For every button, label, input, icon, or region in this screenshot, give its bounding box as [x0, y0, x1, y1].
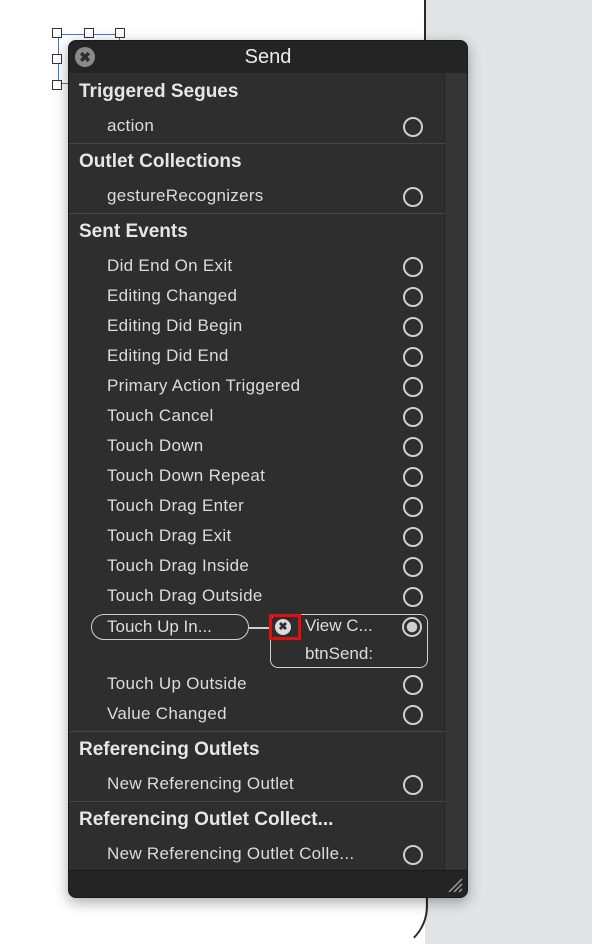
connections-popover: Send ✖ Triggered Segues action Outlet Co… — [68, 40, 468, 898]
section-heading-triggered-segues: Triggered Segues — [79, 81, 239, 102]
divider — [69, 213, 445, 214]
connection-circle-referencing-outlet-collection[interactable] — [403, 845, 423, 865]
connection-circle-event[interactable] — [403, 377, 423, 397]
connection-circle-event[interactable] — [403, 287, 423, 307]
connection-circle-event[interactable] — [403, 347, 423, 367]
row-label-event: Touch Cancel — [107, 406, 214, 425]
row-label-action: action — [107, 116, 155, 135]
connected-event-pill[interactable]: Touch Up In... — [91, 614, 249, 640]
resize-handle-top-right[interactable] — [115, 28, 125, 38]
popover-title: Send — [244, 46, 292, 68]
connection-circle-event[interactable] — [403, 587, 423, 607]
connected-circle-icon[interactable] — [402, 617, 422, 637]
divider — [69, 731, 445, 732]
connection-circle-event[interactable] — [403, 497, 423, 517]
connection-circle-referencing-outlet[interactable] — [403, 775, 423, 795]
row-label-event: Did End On Exit — [107, 256, 233, 275]
connected-event-label: Touch Up In... — [107, 617, 212, 636]
connection-target-name: View C... — [305, 616, 373, 635]
resize-handle-bottom-left[interactable] — [52, 80, 62, 90]
divider — [69, 143, 445, 144]
connection-circle-action[interactable] — [403, 117, 423, 137]
connection-action-name: btnSend: — [305, 644, 374, 663]
row-label-event: Touch Drag Enter — [107, 496, 245, 515]
resize-handle-left[interactable] — [52, 54, 62, 64]
divider — [69, 801, 445, 802]
connection-circle-event[interactable] — [403, 557, 423, 577]
connection-circle-event[interactable] — [403, 257, 423, 277]
row-label-event: Editing Did End — [107, 346, 229, 365]
connection-circle-event[interactable] — [403, 407, 423, 427]
row-label-event: Primary Action Triggered — [107, 376, 301, 395]
row-label-event: Touch Drag Inside — [107, 556, 250, 575]
connection-circle-event[interactable] — [403, 437, 423, 457]
connection-circle-event[interactable] — [403, 467, 423, 487]
row-label-new-referencing-outlet: New Referencing Outlet — [107, 774, 295, 793]
section-heading-outlet-collections: Outlet Collections — [79, 151, 242, 172]
connection-circle-event[interactable] — [403, 675, 423, 695]
row-label-event: Editing Changed — [107, 286, 238, 305]
connection-line — [249, 627, 271, 629]
connection-circle-gesture-recognizers[interactable] — [403, 187, 423, 207]
resize-handle-top[interactable] — [84, 28, 94, 38]
section-heading-sent-events: Sent Events — [79, 221, 188, 242]
row-label-event: Touch Up Outside — [107, 674, 247, 693]
row-label-event: Editing Did Begin — [107, 316, 243, 335]
highlight-box — [269, 614, 301, 640]
connection-circle-event[interactable] — [403, 527, 423, 547]
row-label-event: Touch Down Repeat — [107, 466, 266, 485]
row-label-gesture-recognizers: gestureRecognizers — [107, 186, 264, 205]
resize-grip-icon[interactable] — [447, 877, 463, 893]
popover-title-bar: Send — [69, 41, 467, 73]
popover-footer — [69, 870, 467, 897]
resize-handle-top-left[interactable] — [52, 28, 62, 38]
connection-circle-event[interactable] — [403, 317, 423, 337]
row-label-event: Touch Drag Exit — [107, 526, 232, 545]
row-label-event: Touch Down — [107, 436, 204, 455]
row-label-new-referencing-outlet-collection: New Referencing Outlet Colle... — [107, 844, 355, 863]
close-icon[interactable]: ✖ — [75, 47, 95, 67]
section-heading-referencing-outlet-collections: Referencing Outlet Collect... — [79, 809, 334, 830]
scrollbar[interactable] — [444, 73, 467, 871]
connection-circle-event[interactable] — [403, 705, 423, 725]
section-heading-referencing-outlets: Referencing Outlets — [79, 739, 260, 760]
row-label-event: Touch Drag Outside — [107, 586, 263, 605]
row-label-event: Value Changed — [107, 704, 227, 723]
